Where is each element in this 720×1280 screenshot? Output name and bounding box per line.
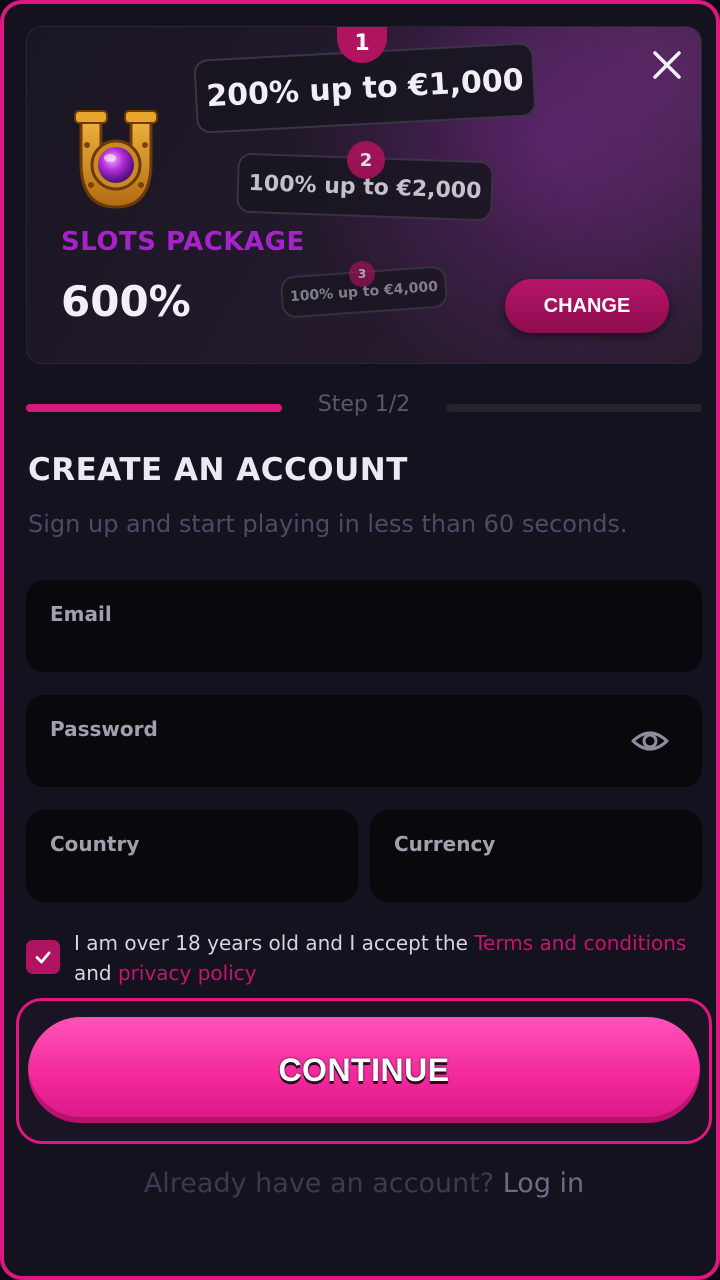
password-field[interactable]: Password	[26, 695, 702, 787]
privacy-policy-link[interactable]: privacy policy	[118, 961, 257, 985]
password-input[interactable]	[50, 749, 632, 777]
tier-number-3: 3	[349, 261, 375, 287]
email-label: Email	[50, 602, 112, 626]
country-select[interactable]: Country	[26, 810, 358, 902]
close-icon	[653, 51, 681, 79]
email-field[interactable]: Email	[26, 580, 702, 672]
page-title: CREATE AN ACCOUNT	[28, 452, 408, 488]
login-link[interactable]: Log in	[503, 1168, 584, 1199]
bonus-tier-1-text: 200% up to €1,000	[205, 62, 525, 114]
age-terms-consent: I am over 18 years old and I accept the …	[26, 926, 702, 990]
terms-link[interactable]: Terms and conditions	[474, 931, 686, 955]
currency-select[interactable]: Currency	[370, 810, 702, 902]
consent-text-middle: and	[74, 961, 118, 985]
bonus-banner: 200% up to €1,000 1 100% up to €2,000 2 …	[26, 26, 702, 364]
consent-text: I am over 18 years old and I accept the …	[74, 928, 704, 988]
country-label: Country	[50, 832, 140, 856]
email-input[interactable]	[50, 634, 632, 662]
step-label: Step 1/2	[317, 392, 411, 417]
package-percent: 600%	[61, 277, 191, 326]
consent-checkbox[interactable]	[26, 940, 60, 974]
package-title: SLOTS PACKAGE	[61, 227, 305, 257]
consent-text-before: I am over 18 years old and I accept the	[74, 931, 475, 955]
checkmark-icon	[35, 951, 51, 964]
step-bar-inactive	[446, 404, 702, 412]
continue-button-frame: CONTINUE	[16, 998, 712, 1144]
login-prompt-text: Already have an account?	[143, 1168, 495, 1199]
horseshoe-gem-icon	[74, 110, 158, 209]
step-bar-active	[26, 404, 282, 412]
step-progress: Step 1/2	[26, 392, 702, 424]
currency-label: Currency	[394, 832, 496, 856]
show-password-eye-icon[interactable]	[630, 723, 670, 759]
continue-button[interactable]: CONTINUE	[28, 1017, 700, 1123]
login-prompt: Already have an account? Log in	[4, 1168, 716, 1199]
tier-number-2: 2	[347, 141, 385, 179]
close-button[interactable]	[647, 45, 687, 85]
change-package-button[interactable]: CHANGE	[505, 279, 669, 333]
password-label: Password	[50, 717, 158, 741]
signup-modal: 200% up to €1,000 1 100% up to €2,000 2 …	[0, 0, 720, 1280]
page-subtitle: Sign up and start playing in less than 6…	[28, 510, 628, 538]
